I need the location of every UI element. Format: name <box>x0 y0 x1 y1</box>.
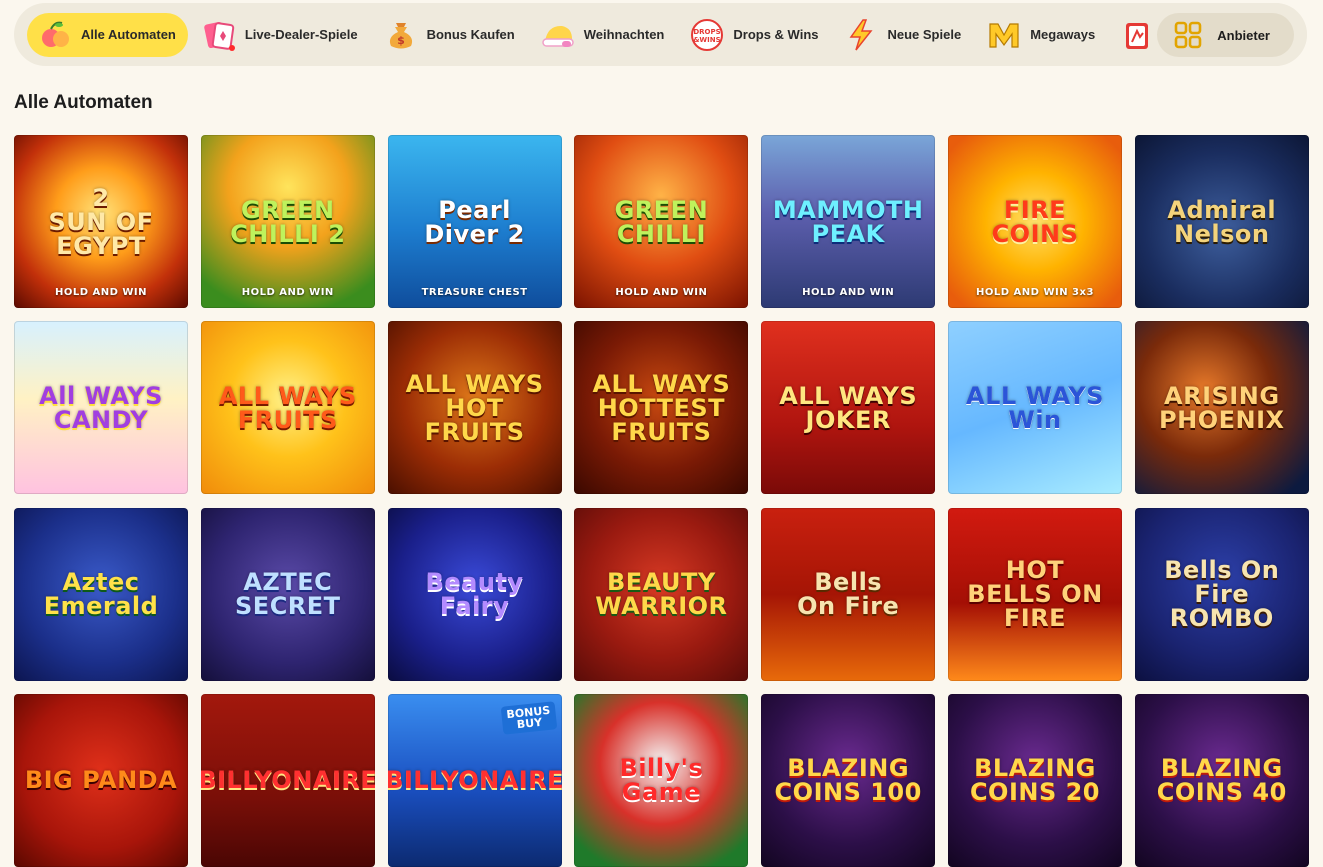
nav-item-label: Weihnachten <box>583 27 665 42</box>
nav-item-drops-wins[interactable]: DROPS &WINS Drops & Wins <box>679 13 830 57</box>
game-tile[interactable]: HOT BELLS ON FIRE <box>947 507 1122 681</box>
game-tile[interactable]: Aztec Emerald <box>14 507 188 681</box>
game-title: 2 SUN OF EGYPT <box>48 183 154 260</box>
game-tile[interactable]: AZTEC SECRET <box>200 507 375 681</box>
game-tile[interactable]: ALL WAYS FRUITS <box>200 321 375 495</box>
game-title: BILLYONAIRE <box>200 766 375 795</box>
game-title: ALL WAYS Win <box>966 381 1104 434</box>
game-title: Beauty Fairy <box>425 568 524 621</box>
nav-item-megaways[interactable]: Megaways <box>976 13 1107 57</box>
game-subtitle: TREASURE CHEST <box>421 287 528 298</box>
game-tile[interactable]: FIRE COINS HOLD AND WIN 3x3 <box>947 135 1122 308</box>
game-title: ALL WAYS HOTTEST FRUITS <box>592 369 731 446</box>
game-tile[interactable]: MAMMOTH PEAK HOLD AND WIN <box>761 135 936 308</box>
game-title: GREEN CHILLI <box>614 195 709 248</box>
providers-label: Anbieter <box>1217 27 1270 43</box>
game-title: BILLYONAIRE <box>387 766 562 795</box>
nav-item-neue-spiele[interactable]: Neue Spiele <box>833 13 973 57</box>
grid-icon <box>1173 20 1203 50</box>
game-tile[interactable]: BEAUTY WARRIOR <box>574 507 749 681</box>
category-nav: Alle Automaten Live-Dealer-Spiele $ Bonu… <box>14 3 1307 66</box>
game-subtitle: HOLD AND WIN 3x3 <box>976 287 1094 298</box>
game-title: BEAUTY WARRIOR <box>595 568 728 621</box>
game-tile[interactable]: BLAZING COINS 100 <box>761 693 936 867</box>
providers-button[interactable]: Anbieter <box>1157 13 1294 57</box>
game-tile[interactable]: GREEN CHILLI 2 HOLD AND WIN <box>200 135 375 308</box>
fruit-slot-icon <box>37 17 73 53</box>
game-tile[interactable]: Bells On Fire ROMBO <box>1134 507 1309 681</box>
game-title: ALL WAYS HOT FRUITS <box>405 369 544 446</box>
book-icon <box>1120 17 1156 53</box>
game-subtitle: HOLD AND WIN <box>615 287 708 298</box>
game-title: Bells On Fire <box>797 568 900 621</box>
nav-item-label: Live-Dealer-Spiele <box>244 27 358 42</box>
game-title: BLAZING COINS 40 <box>1156 754 1287 807</box>
game-tile[interactable]: BLAZING COINS 40 <box>1134 693 1309 867</box>
game-title: BLAZING COINS 100 <box>774 754 922 807</box>
game-title: GREEN CHILLI 2 <box>230 195 346 248</box>
game-subtitle: HOLD AND WIN <box>241 287 334 298</box>
game-title: Billy's Game <box>619 754 704 807</box>
game-title: MAMMOTH PEAK <box>772 195 924 248</box>
game-title: Admiral Nelson <box>1167 195 1277 248</box>
drops-wins-icon: DROPS &WINS <box>689 17 725 53</box>
santa-hat-icon <box>540 17 576 53</box>
game-tile[interactable]: BILLYONAIRE BONUS BUY <box>387 693 562 867</box>
nav-item-live-dealer[interactable]: Live-Dealer-Spiele <box>191 13 370 57</box>
game-tile[interactable]: Admiral Nelson <box>1134 135 1309 308</box>
game-tile[interactable]: Beauty Fairy <box>387 507 562 681</box>
game-title: BLAZING COINS 20 <box>969 754 1101 807</box>
money-bag-icon: $ <box>383 17 419 53</box>
game-tile[interactable]: ARISING PHOENIX <box>1134 321 1309 495</box>
game-title: ARISING PHOENIX <box>1159 381 1285 434</box>
live-cards-icon <box>201 17 237 53</box>
nav-item-alle-automaten[interactable]: Alle Automaten <box>27 12 188 57</box>
game-tile[interactable]: 2 SUN OF EGYPT HOLD AND WIN <box>14 135 188 308</box>
game-tile[interactable]: BILLYONAIRE <box>200 693 375 867</box>
game-tile[interactable]: ALL WAYS JOKER <box>761 321 936 495</box>
section-title: Alle Automaten <box>14 92 153 113</box>
megaways-icon <box>986 17 1022 53</box>
svg-text:DROPS: DROPS <box>694 28 721 36</box>
game-tile[interactable]: ALL WAYS Win <box>947 321 1122 495</box>
game-title: Pearl Diver 2 <box>424 195 525 248</box>
game-tile[interactable]: ALL WAYS HOTTEST FRUITS <box>574 321 749 495</box>
game-title: Aztec Emerald <box>43 568 159 621</box>
game-tile[interactable]: GREEN CHILLI HOLD AND WIN <box>574 135 749 308</box>
game-tile[interactable]: All WAYS CANDY <box>14 321 188 495</box>
game-title: HOT BELLS ON FIRE <box>967 556 1103 633</box>
nav-item-weihnachten[interactable]: Weihnachten <box>530 13 677 57</box>
game-title: BIG PANDA <box>24 766 178 795</box>
game-title: ALL WAYS FRUITS <box>218 381 357 434</box>
game-tile[interactable]: BLAZING COINS 20 <box>947 693 1122 867</box>
game-title: All WAYS CANDY <box>39 381 163 434</box>
game-title: Bells On Fire ROMBO <box>1164 556 1280 633</box>
nav-item-label: Neue Spiele <box>887 27 962 42</box>
lightning-icon <box>843 17 879 53</box>
game-title: FIRE COINS <box>991 195 1079 248</box>
nav-item-label: Megaways <box>1030 27 1096 42</box>
game-subtitle: HOLD AND WIN <box>54 287 148 298</box>
nav-item-label: Bonus Kaufen <box>426 27 515 42</box>
svg-text:$: $ <box>397 34 405 47</box>
game-title: ALL WAYS JOKER <box>779 381 918 434</box>
game-tile[interactable]: BIG PANDA <box>14 693 188 867</box>
svg-text:&WINS: &WINS <box>694 36 721 44</box>
game-tile[interactable]: Pearl Diver 2 TREASURE CHEST <box>387 135 562 308</box>
game-tile[interactable]: Billy's Game <box>574 693 749 867</box>
game-tile[interactable]: ALL WAYS HOT FRUITS <box>387 321 562 495</box>
nav-item-label: Drops & Wins <box>733 27 819 42</box>
game-subtitle: HOLD AND WIN <box>802 287 895 298</box>
bonus-buy-badge: BONUS BUY <box>500 701 557 735</box>
nav-item-label: Alle Automaten <box>81 27 176 42</box>
nav-item-bonus-kaufen[interactable]: $ Bonus Kaufen <box>373 13 527 57</box>
game-title: AZTEC SECRET <box>235 568 341 621</box>
game-grid: 2 SUN OF EGYPT HOLD AND WIN GREEN CHILLI 2… <box>14 135 1309 867</box>
game-tile[interactable]: Bells On Fire <box>761 507 936 681</box>
